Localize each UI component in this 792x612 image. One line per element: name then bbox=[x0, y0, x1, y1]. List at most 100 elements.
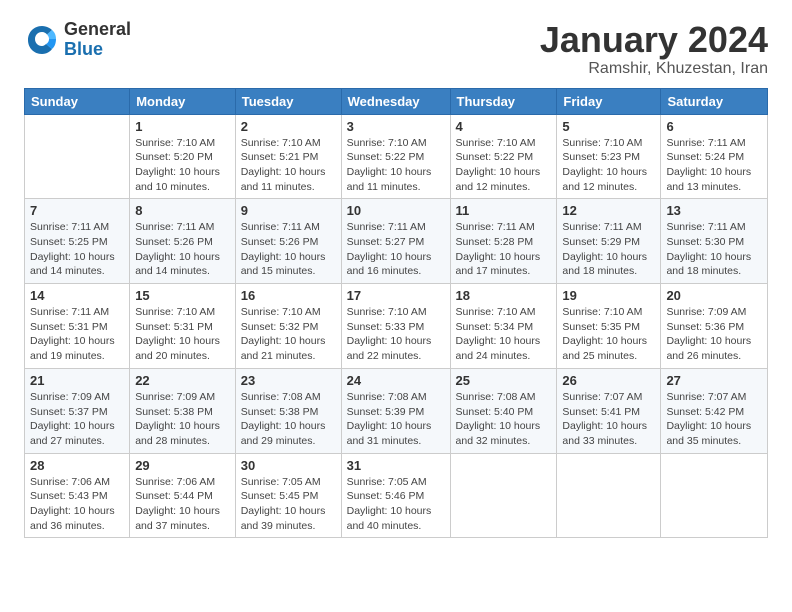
day-number: 23 bbox=[241, 373, 336, 388]
col-header-saturday: Saturday bbox=[661, 88, 768, 114]
day-number: 1 bbox=[135, 119, 230, 134]
day-number: 10 bbox=[347, 203, 445, 218]
calendar-cell: 22Sunrise: 7:09 AM Sunset: 5:38 PM Dayli… bbox=[130, 368, 236, 453]
calendar-table: SundayMondayTuesdayWednesdayThursdayFrid… bbox=[24, 88, 768, 539]
day-number: 8 bbox=[135, 203, 230, 218]
calendar-cell: 25 Sunrise: 7:08 AM Sunset: 5:40 PM Dayli… bbox=[450, 368, 557, 453]
calendar-cell: 2 Sunrise: 7:10 AM Sunset: 5:21 PM Daylig… bbox=[235, 114, 341, 199]
day-info: Sunrise: 7:10 AM Sunset: 5:33 PM Dayligh… bbox=[347, 305, 445, 364]
day-number: 27 bbox=[666, 373, 762, 388]
page: General Blue January 2024 Ramshir, Khuze… bbox=[0, 0, 792, 548]
day-info: Sunrise: 7:08 AM Sunset: 5:39 PM Dayligh… bbox=[347, 390, 445, 449]
day-number: 3 bbox=[347, 119, 445, 134]
logo-icon bbox=[24, 22, 60, 58]
day-number: 24 bbox=[347, 373, 445, 388]
col-header-thursday: Thursday bbox=[450, 88, 557, 114]
calendar-cell: 31 Sunrise: 7:05 AM Sunset: 5:46 PM Dayli… bbox=[341, 453, 450, 538]
calendar-header-row: SundayMondayTuesdayWednesdayThursdayFrid… bbox=[25, 88, 768, 114]
day-number: 14 bbox=[30, 288, 124, 303]
col-header-wednesday: Wednesday bbox=[341, 88, 450, 114]
col-header-monday: Monday bbox=[130, 88, 236, 114]
calendar-cell bbox=[25, 114, 130, 199]
col-header-tuesday: Tuesday bbox=[235, 88, 341, 114]
day-info: Sunrise: 7:11 AM Sunset: 5:31 PM Dayligh… bbox=[30, 305, 124, 364]
calendar-cell: 14 Sunrise: 7:11 AM Sunset: 5:31 PM Dayli… bbox=[25, 284, 130, 369]
day-info: Sunrise: 7:09 AM Sunset: 5:37 PM Dayligh… bbox=[30, 390, 124, 449]
calendar-cell: 5Sunrise: 7:10 AM Sunset: 5:23 PM Daylig… bbox=[557, 114, 661, 199]
day-number: 18 bbox=[456, 288, 552, 303]
day-info: Sunrise: 7:05 AM Sunset: 5:46 PM Dayligh… bbox=[347, 475, 445, 534]
day-info: Sunrise: 7:11 AM Sunset: 5:26 PM Dayligh… bbox=[135, 220, 230, 279]
day-info: Sunrise: 7:11 AM Sunset: 5:26 PM Dayligh… bbox=[241, 220, 336, 279]
day-info: Sunrise: 7:11 AM Sunset: 5:27 PM Dayligh… bbox=[347, 220, 445, 279]
day-number: 7 bbox=[30, 203, 124, 218]
week-row-1: 7Sunrise: 7:11 AM Sunset: 5:25 PM Daylig… bbox=[25, 199, 768, 284]
calendar-cell: 20 Sunrise: 7:09 AM Sunset: 5:36 PM Dayli… bbox=[661, 284, 768, 369]
day-number: 29 bbox=[135, 458, 230, 473]
day-number: 9 bbox=[241, 203, 336, 218]
col-header-friday: Friday bbox=[557, 88, 661, 114]
month-title: January 2024 bbox=[540, 20, 768, 60]
calendar-cell: 4Sunrise: 7:10 AM Sunset: 5:22 PM Daylig… bbox=[450, 114, 557, 199]
calendar-cell: 16Sunrise: 7:10 AM Sunset: 5:32 PM Dayli… bbox=[235, 284, 341, 369]
col-header-sunday: Sunday bbox=[25, 88, 130, 114]
calendar-cell: 13 Sunrise: 7:11 AM Sunset: 5:30 PM Dayli… bbox=[661, 199, 768, 284]
day-info: Sunrise: 7:10 AM Sunset: 5:31 PM Dayligh… bbox=[135, 305, 230, 364]
day-number: 30 bbox=[241, 458, 336, 473]
calendar-cell: 21 Sunrise: 7:09 AM Sunset: 5:37 PM Dayli… bbox=[25, 368, 130, 453]
calendar-cell: 29Sunrise: 7:06 AM Sunset: 5:44 PM Dayli… bbox=[130, 453, 236, 538]
calendar-cell: 23 Sunrise: 7:08 AM Sunset: 5:38 PM Dayli… bbox=[235, 368, 341, 453]
day-number: 2 bbox=[241, 119, 336, 134]
day-number: 13 bbox=[666, 203, 762, 218]
day-number: 28 bbox=[30, 458, 124, 473]
day-info: Sunrise: 7:10 AM Sunset: 5:23 PM Dayligh… bbox=[562, 136, 655, 195]
location-subtitle: Ramshir, Khuzestan, Iran bbox=[540, 60, 768, 78]
calendar-cell bbox=[661, 453, 768, 538]
calendar-cell: 28 Sunrise: 7:06 AM Sunset: 5:43 PM Dayli… bbox=[25, 453, 130, 538]
calendar-cell: 18 Sunrise: 7:10 AM Sunset: 5:34 PM Dayli… bbox=[450, 284, 557, 369]
week-row-4: 28 Sunrise: 7:06 AM Sunset: 5:43 PM Dayli… bbox=[25, 453, 768, 538]
day-number: 21 bbox=[30, 373, 124, 388]
day-info: Sunrise: 7:07 AM Sunset: 5:42 PM Dayligh… bbox=[666, 390, 762, 449]
day-number: 22 bbox=[135, 373, 230, 388]
calendar-cell: 30Sunrise: 7:05 AM Sunset: 5:45 PM Dayli… bbox=[235, 453, 341, 538]
day-info: Sunrise: 7:10 AM Sunset: 5:35 PM Dayligh… bbox=[562, 305, 655, 364]
calendar-cell: 15 Sunrise: 7:10 AM Sunset: 5:31 PM Dayli… bbox=[130, 284, 236, 369]
day-info: Sunrise: 7:06 AM Sunset: 5:43 PM Dayligh… bbox=[30, 475, 124, 534]
calendar-cell: 1Sunrise: 7:10 AM Sunset: 5:20 PM Daylig… bbox=[130, 114, 236, 199]
calendar-cell: 27 Sunrise: 7:07 AM Sunset: 5:42 PM Dayli… bbox=[661, 368, 768, 453]
header: General Blue January 2024 Ramshir, Khuze… bbox=[24, 20, 768, 78]
day-info: Sunrise: 7:08 AM Sunset: 5:38 PM Dayligh… bbox=[241, 390, 336, 449]
calendar-cell bbox=[557, 453, 661, 538]
week-row-2: 14 Sunrise: 7:11 AM Sunset: 5:31 PM Dayli… bbox=[25, 284, 768, 369]
calendar-cell: 17 Sunrise: 7:10 AM Sunset: 5:33 PM Dayli… bbox=[341, 284, 450, 369]
day-number: 6 bbox=[666, 119, 762, 134]
calendar-cell bbox=[450, 453, 557, 538]
week-row-0: 1Sunrise: 7:10 AM Sunset: 5:20 PM Daylig… bbox=[25, 114, 768, 199]
logo-text: General Blue bbox=[64, 20, 131, 60]
day-number: 15 bbox=[135, 288, 230, 303]
logo: General Blue bbox=[24, 20, 131, 60]
day-info: Sunrise: 7:08 AM Sunset: 5:40 PM Dayligh… bbox=[456, 390, 552, 449]
day-number: 26 bbox=[562, 373, 655, 388]
calendar-cell: 24 Sunrise: 7:08 AM Sunset: 5:39 PM Dayli… bbox=[341, 368, 450, 453]
calendar-cell: 11Sunrise: 7:11 AM Sunset: 5:28 PM Dayli… bbox=[450, 199, 557, 284]
calendar-cell: 8 Sunrise: 7:11 AM Sunset: 5:26 PM Daylig… bbox=[130, 199, 236, 284]
day-number: 17 bbox=[347, 288, 445, 303]
day-info: Sunrise: 7:11 AM Sunset: 5:29 PM Dayligh… bbox=[562, 220, 655, 279]
day-number: 31 bbox=[347, 458, 445, 473]
day-info: Sunrise: 7:10 AM Sunset: 5:22 PM Dayligh… bbox=[347, 136, 445, 195]
day-number: 20 bbox=[666, 288, 762, 303]
calendar-cell: 6Sunrise: 7:11 AM Sunset: 5:24 PM Daylig… bbox=[661, 114, 768, 199]
calendar-cell: 26Sunrise: 7:07 AM Sunset: 5:41 PM Dayli… bbox=[557, 368, 661, 453]
day-info: Sunrise: 7:11 AM Sunset: 5:30 PM Dayligh… bbox=[666, 220, 762, 279]
calendar-cell: 3 Sunrise: 7:10 AM Sunset: 5:22 PM Daylig… bbox=[341, 114, 450, 199]
calendar-cell: 19Sunrise: 7:10 AM Sunset: 5:35 PM Dayli… bbox=[557, 284, 661, 369]
day-info: Sunrise: 7:10 AM Sunset: 5:21 PM Dayligh… bbox=[241, 136, 336, 195]
day-info: Sunrise: 7:10 AM Sunset: 5:34 PM Dayligh… bbox=[456, 305, 552, 364]
day-number: 12 bbox=[562, 203, 655, 218]
day-number: 25 bbox=[456, 373, 552, 388]
calendar-cell: 10 Sunrise: 7:11 AM Sunset: 5:27 PM Dayli… bbox=[341, 199, 450, 284]
day-info: Sunrise: 7:09 AM Sunset: 5:36 PM Dayligh… bbox=[666, 305, 762, 364]
logo-blue: Blue bbox=[64, 40, 131, 60]
